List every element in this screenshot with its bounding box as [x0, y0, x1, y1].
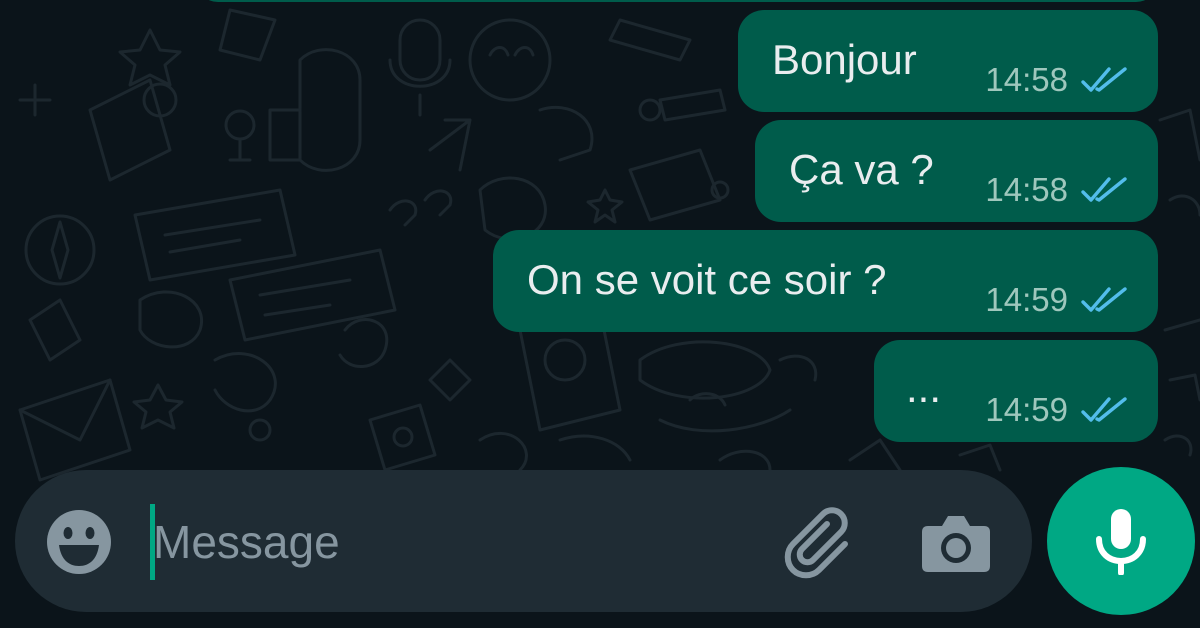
outgoing-message[interactable]: Bonjour 14:58: [738, 10, 1158, 112]
read-ticks-icon: [1081, 67, 1127, 92]
message-meta: 14:59: [985, 390, 1130, 430]
message-meta: 14:58: [985, 170, 1130, 210]
message-text: Ça va ?: [789, 146, 934, 193]
message-time: 14:59: [985, 281, 1068, 318]
message-text: On se voit ce soir ?: [527, 256, 887, 303]
message-time: 14:58: [985, 171, 1068, 208]
read-ticks-icon: [1081, 177, 1127, 202]
outgoing-message[interactable]: ... 14:59: [874, 340, 1158, 442]
message-meta: 14:59: [985, 280, 1130, 320]
message-time: 14:59: [985, 391, 1068, 428]
paperclip-icon[interactable]: [783, 506, 857, 580]
message-text: Bonjour: [772, 36, 917, 83]
read-ticks-icon: [1081, 397, 1127, 422]
emoji-icon[interactable]: [45, 508, 113, 576]
outgoing-message[interactable]: Ça va ? 14:58: [755, 120, 1158, 222]
read-ticks-icon: [1081, 287, 1127, 312]
outgoing-message[interactable]: On se voit ce soir ? 14:59: [493, 230, 1158, 332]
microphone-icon: [1096, 509, 1146, 575]
message-input[interactable]: [153, 512, 753, 572]
camera-icon[interactable]: [920, 508, 992, 578]
previous-message-bubble[interactable]: [196, 0, 1158, 2]
message-composer: [15, 470, 1032, 612]
message-meta: 14:58: [985, 60, 1130, 100]
chat-area[interactable]: Bonjour 14:58 Ça va ? 14:58 On se voit c…: [0, 0, 1200, 628]
message-time: 14:58: [985, 61, 1068, 98]
message-text: ...: [906, 364, 942, 411]
voice-message-button[interactable]: [1047, 467, 1195, 615]
